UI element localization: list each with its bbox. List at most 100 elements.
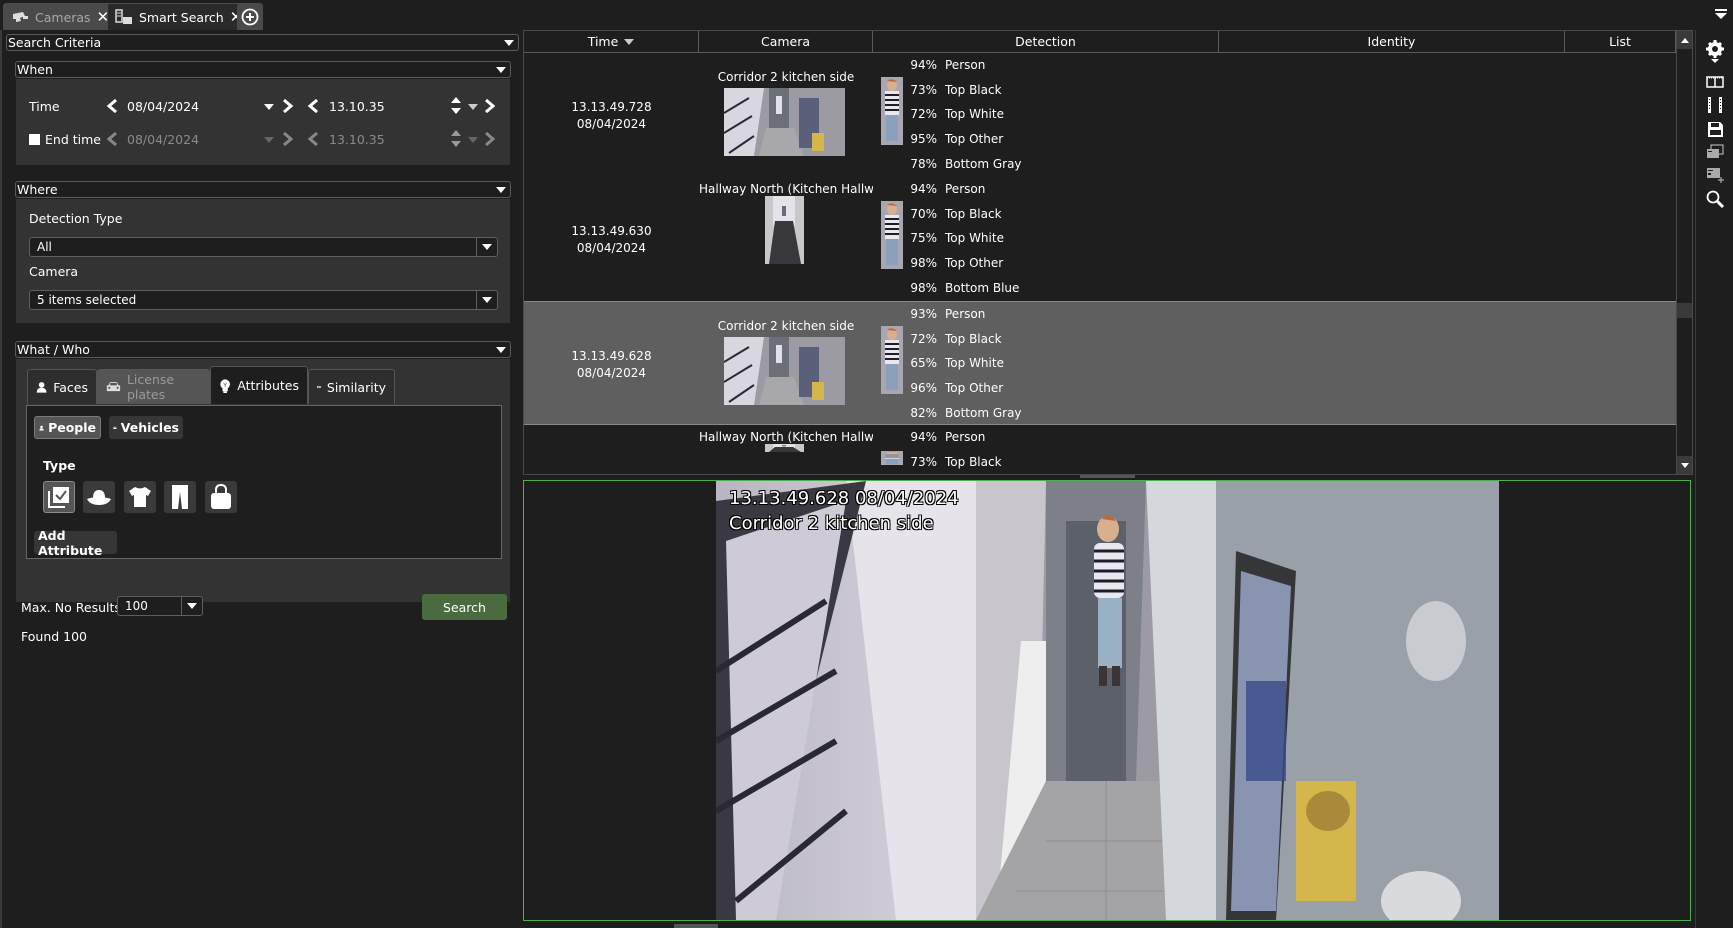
tab-license-plates[interactable]: License plates [97, 369, 210, 404]
previous-end-time-icon[interactable] [307, 132, 319, 146]
video-frame[interactable]: 13.13.49.628 08/04/2024 Corridor 2 kitch… [716, 481, 1499, 920]
detection-label: Top White [945, 356, 1004, 371]
camera-snapshot-thumbnail[interactable] [765, 444, 804, 452]
search-magnifier-button[interactable] [1705, 189, 1725, 209]
detection-item: 94% Person [904, 177, 1104, 202]
previous-date-icon[interactable] [106, 99, 118, 113]
column-header-camera[interactable]: Camera [699, 31, 873, 53]
confidence-percent: 73% [910, 454, 937, 469]
type-hat-button[interactable] [83, 481, 115, 513]
column-header-identity[interactable]: Identity [1219, 31, 1565, 53]
end-time-spinner[interactable] [451, 130, 461, 148]
tab-smart-search[interactable]: Smart Search ✕ [107, 3, 251, 30]
previous-time-icon[interactable] [307, 99, 319, 113]
vehicles-button[interactable]: Vehicles [109, 416, 183, 439]
type-bag-button[interactable] [205, 481, 237, 513]
tab-attributes[interactable]: Y Attributes [210, 366, 308, 404]
detection-item: 95% Top Other [904, 127, 1104, 152]
section-title: What / Who [17, 342, 90, 357]
end-date-field[interactable]: 08/04/2024 [127, 132, 199, 147]
next-date-icon[interactable] [282, 99, 294, 113]
next-time-icon[interactable] [484, 99, 496, 113]
result-row[interactable]: 13.13.49.628 08/04/2024 Corridor 2 kitchen… [524, 301, 1676, 425]
time-spinner[interactable] [451, 97, 461, 115]
end-date-dropdown-icon[interactable] [264, 137, 274, 143]
column-header-detection[interactable]: Detection [873, 31, 1219, 53]
type-top-button[interactable] [124, 481, 156, 513]
search-criteria-header[interactable]: Search Criteria [6, 34, 519, 51]
camera-snapshot-thumbnail[interactable] [724, 88, 845, 156]
tab-similarity[interactable]: Similarity [308, 369, 395, 404]
right-toolbar [1695, 30, 1733, 928]
dropdown-arrow-icon[interactable] [476, 291, 497, 309]
detection-item: 73% Top Black [904, 78, 1104, 103]
detection-list: 94% Person 70% Top Black 75% Top White 98% Top … [904, 177, 1104, 300]
max-results-select[interactable]: 100 [117, 596, 203, 616]
result-row[interactable]: 13.13.49.630 08/04/2024 Hallway North (Kit… [524, 177, 1676, 301]
column-label: Time [587, 34, 619, 49]
camera-snapshot-thumbnail[interactable] [765, 196, 804, 264]
tab-bar: Cameras ✕ Smart Search ✕ [0, 0, 1733, 30]
where-section-header[interactable]: Where [15, 181, 511, 198]
confidence-percent: 95% [910, 132, 937, 147]
scroll-down-button[interactable] [1677, 456, 1692, 474]
when-section-header[interactable]: When [15, 61, 511, 78]
add-to-list-button[interactable] [1705, 165, 1725, 185]
time-date-field[interactable]: 08/04/2024 [127, 99, 199, 114]
tab-overflow-menu-icon[interactable] [1715, 8, 1727, 20]
dropdown-arrow-icon[interactable] [181, 597, 202, 615]
end-time-field[interactable]: 13.10.35 [329, 132, 385, 147]
next-end-time-icon[interactable] [484, 132, 496, 146]
column-header-list[interactable]: List [1565, 31, 1676, 53]
type-all-button[interactable] [43, 481, 75, 513]
scroll-up-button[interactable] [1677, 31, 1692, 49]
search-button[interactable]: Search [422, 594, 507, 620]
plus-circle-icon [241, 8, 259, 25]
type-bottom-button[interactable] [164, 481, 196, 513]
detection-label: Person [945, 58, 986, 73]
date-dropdown-icon[interactable] [264, 104, 274, 110]
split-view-button[interactable] [1705, 72, 1725, 92]
previous-end-date-icon[interactable] [106, 132, 118, 146]
end-time-checkbox[interactable] [29, 134, 40, 145]
column-header-time[interactable]: Time [524, 31, 699, 53]
export-clips-button[interactable] [1705, 142, 1725, 162]
scroll-thumb[interactable] [1677, 303, 1692, 318]
button-label: People [48, 420, 96, 435]
person-crop-thumbnail[interactable] [881, 201, 903, 269]
add-attribute-button[interactable]: Add Attribute [34, 528, 117, 558]
camera-snapshot-thumbnail[interactable] [724, 337, 845, 405]
results-scrollbar[interactable] [1676, 31, 1692, 474]
person-crop-thumbnail[interactable] [881, 326, 903, 394]
camera-select[interactable]: 5 items selected [29, 290, 498, 310]
tab-faces[interactable]: Faces [27, 369, 97, 404]
dropdown-arrow-icon[interactable] [476, 238, 497, 256]
end-time-dropdown-icon[interactable] [468, 137, 478, 143]
confidence-percent: 72% [910, 107, 937, 122]
video-timestamp-overlay: 13.13.49.628 08/04/2024 [729, 488, 959, 509]
person-icon [39, 425, 44, 431]
person-crop-thumbnail[interactable] [881, 77, 903, 145]
film-strip-button[interactable] [1705, 95, 1725, 115]
what-who-section-header[interactable]: What / Who [15, 341, 511, 358]
next-end-date-icon[interactable] [282, 132, 294, 146]
confidence-percent: 98% [910, 280, 937, 295]
tab-cameras[interactable]: Cameras ✕ [3, 3, 118, 30]
film-strip-icon [1708, 97, 1722, 113]
bottom-panel-handle[interactable] [674, 924, 718, 928]
pane-splitter-handle[interactable] [1080, 475, 1135, 478]
save-button[interactable] [1705, 119, 1725, 139]
video-player[interactable]: 13.13.49.628 08/04/2024 Corridor 2 kitch… [523, 480, 1691, 921]
people-button[interactable]: People [34, 416, 101, 439]
car-icon [113, 426, 117, 429]
person-crop-thumbnail[interactable] [881, 451, 903, 465]
detection-item: 72% Top White [904, 102, 1104, 127]
button-label: Search [443, 599, 486, 615]
result-row[interactable]: Hallway North (Kitchen Hallw 94% Person 73… [524, 425, 1676, 474]
time-time-field[interactable]: 13.10.35 [329, 99, 385, 114]
add-tab-button[interactable] [237, 3, 263, 30]
detection-type-select[interactable]: All [29, 237, 498, 257]
time-dropdown-icon[interactable] [468, 104, 478, 110]
result-row[interactable]: 13.13.49.728 08/04/2024 Corridor 2 kitchen… [524, 53, 1676, 177]
settings-button[interactable] [1705, 38, 1725, 64]
